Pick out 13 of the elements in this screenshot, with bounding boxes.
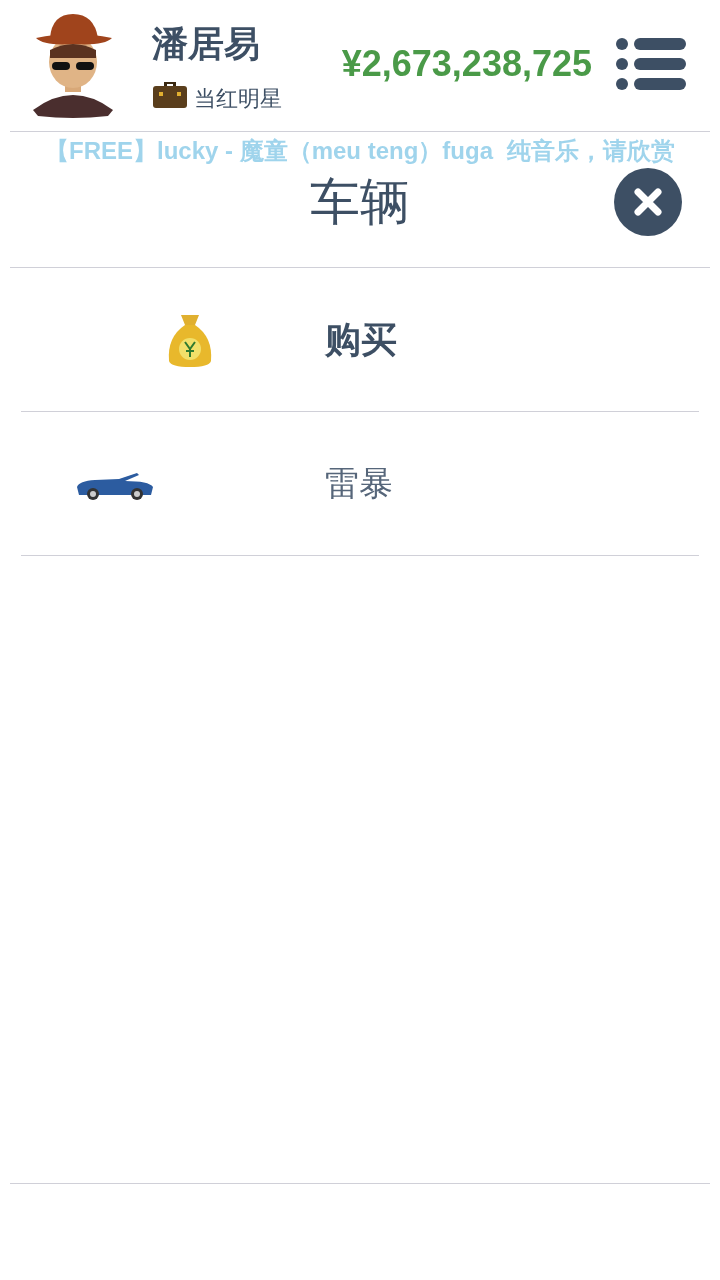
dialog-title: 车辆	[309, 177, 411, 227]
money-amount: ¥2,673,238,725	[341, 46, 592, 82]
list-row[interactable]: 购买	[21, 268, 699, 412]
now-playing-text: 【FREE】lucky - 魔童（meu teng）fuga	[44, 136, 493, 166]
row-label: 购买	[325, 317, 397, 362]
menu-button[interactable]	[616, 38, 686, 90]
now-playing-text: 纯音乐，请欣赏	[507, 136, 675, 166]
list-row[interactable]: 雷暴	[21, 412, 699, 556]
row-label: 雷暴	[325, 463, 393, 504]
close-icon	[634, 188, 662, 216]
player-title: 当红明星	[194, 88, 282, 110]
player-name: 潘居易	[152, 26, 261, 62]
menu-icon	[616, 38, 686, 90]
